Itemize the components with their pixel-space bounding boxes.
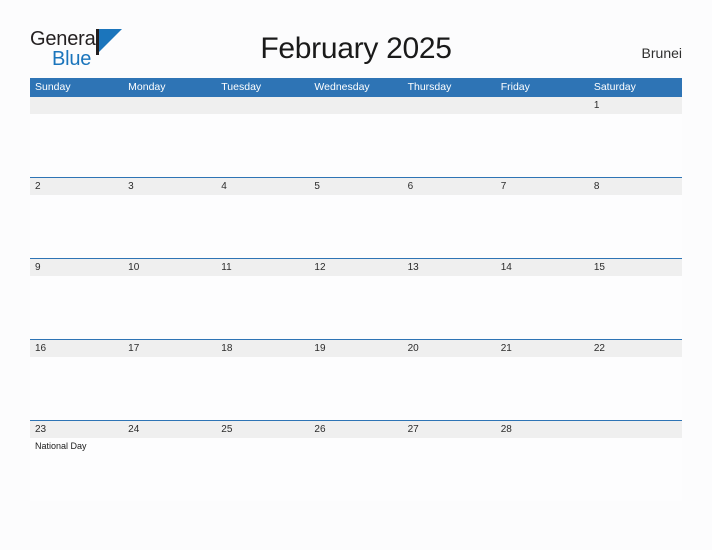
week-date-band: 9 10 11 12 13 14 15 <box>30 259 682 276</box>
day-number[interactable] <box>589 421 682 438</box>
day-number[interactable]: 23 <box>30 421 123 438</box>
day-of-week-header: Sunday Monday Tuesday Wednesday Thursday… <box>30 78 682 96</box>
day-number[interactable]: 20 <box>403 340 496 357</box>
page-title: February 2025 <box>260 32 452 65</box>
day-cell[interactable] <box>30 195 123 258</box>
calendar-page: General Blue February 2025 Brunei Sunday… <box>0 0 712 550</box>
calendar-week-row: 9 10 11 12 13 14 15 <box>30 258 682 339</box>
day-cell[interactable] <box>30 357 123 420</box>
day-number[interactable]: 25 <box>216 421 309 438</box>
day-of-week-sunday: Sunday <box>35 81 71 93</box>
day-cell[interactable] <box>30 276 123 339</box>
day-of-week-wednesday: Wednesday <box>314 81 370 93</box>
day-cell[interactable] <box>589 114 682 177</box>
week-date-band: 23 24 25 26 27 28 <box>30 421 682 438</box>
day-number[interactable]: 1 <box>589 97 682 114</box>
day-cell[interactable] <box>496 195 589 258</box>
week-event-band <box>30 114 682 177</box>
day-number[interactable]: 4 <box>216 178 309 195</box>
day-cell[interactable] <box>496 276 589 339</box>
day-number[interactable]: 24 <box>123 421 216 438</box>
day-number[interactable]: 14 <box>496 259 589 276</box>
day-number[interactable]: 5 <box>309 178 402 195</box>
week-date-band: 1 <box>30 97 682 114</box>
day-number[interactable]: 11 <box>216 259 309 276</box>
week-event-band <box>30 357 682 420</box>
day-number[interactable]: 16 <box>30 340 123 357</box>
day-number[interactable]: 28 <box>496 421 589 438</box>
day-cell[interactable] <box>216 357 309 420</box>
page-header: General Blue February 2025 Brunei <box>0 0 712 78</box>
day-of-week-monday: Monday <box>128 81 166 93</box>
week-event-band: National Day <box>30 438 682 501</box>
day-cell[interactable] <box>589 438 682 501</box>
day-number[interactable]: 19 <box>309 340 402 357</box>
day-number[interactable]: 27 <box>403 421 496 438</box>
day-cell[interactable] <box>496 438 589 501</box>
day-cell[interactable] <box>123 357 216 420</box>
day-cell[interactable] <box>216 438 309 501</box>
calendar-week-row: 2 3 4 5 6 7 8 <box>30 177 682 258</box>
day-cell[interactable] <box>309 114 402 177</box>
day-number[interactable] <box>403 97 496 114</box>
day-of-week-tuesday: Tuesday <box>221 81 262 93</box>
day-cell[interactable] <box>30 114 123 177</box>
day-cell[interactable] <box>589 357 682 420</box>
day-number[interactable]: 26 <box>309 421 402 438</box>
day-number[interactable]: 9 <box>30 259 123 276</box>
day-of-week-thursday: Thursday <box>407 81 452 93</box>
day-cell[interactable] <box>123 438 216 501</box>
day-cell[interactable]: National Day <box>30 438 123 501</box>
day-number[interactable]: 22 <box>589 340 682 357</box>
day-cell[interactable] <box>123 114 216 177</box>
day-of-week-saturday: Saturday <box>593 81 636 93</box>
day-number[interactable]: 13 <box>403 259 496 276</box>
day-cell[interactable] <box>589 276 682 339</box>
day-cell[interactable] <box>403 357 496 420</box>
day-number[interactable] <box>309 97 402 114</box>
day-number[interactable]: 8 <box>589 178 682 195</box>
calendar-grid: Sunday Monday Tuesday Wednesday Thursday… <box>30 78 682 501</box>
calendar-week-row: 23 24 25 26 27 28 National Day <box>30 420 682 501</box>
week-event-band <box>30 195 682 258</box>
day-cell[interactable] <box>216 114 309 177</box>
day-cell[interactable] <box>496 114 589 177</box>
day-cell[interactable] <box>403 276 496 339</box>
day-cell[interactable] <box>403 195 496 258</box>
day-number[interactable]: 21 <box>496 340 589 357</box>
day-number[interactable] <box>123 97 216 114</box>
day-number[interactable]: 15 <box>589 259 682 276</box>
day-cell[interactable] <box>403 114 496 177</box>
day-number[interactable]: 18 <box>216 340 309 357</box>
day-number[interactable]: 3 <box>123 178 216 195</box>
day-cell[interactable] <box>123 276 216 339</box>
week-date-band: 16 17 18 19 20 21 22 <box>30 340 682 357</box>
event-label: National Day <box>35 441 87 451</box>
calendar-week-row: 16 17 18 19 20 21 22 <box>30 339 682 420</box>
day-cell[interactable] <box>309 357 402 420</box>
day-number[interactable]: 6 <box>403 178 496 195</box>
day-cell[interactable] <box>496 357 589 420</box>
week-date-band: 2 3 4 5 6 7 8 <box>30 178 682 195</box>
country-label: Brunei <box>641 45 682 61</box>
week-event-band <box>30 276 682 339</box>
day-of-week-friday: Friday <box>500 81 530 93</box>
day-cell[interactable] <box>309 276 402 339</box>
day-cell[interactable] <box>309 195 402 258</box>
day-cell[interactable] <box>403 438 496 501</box>
day-cell[interactable] <box>123 195 216 258</box>
day-number[interactable]: 17 <box>123 340 216 357</box>
day-number[interactable] <box>30 97 123 114</box>
day-cell[interactable] <box>216 195 309 258</box>
day-number[interactable] <box>496 97 589 114</box>
day-cell[interactable] <box>589 195 682 258</box>
day-number[interactable]: 2 <box>30 178 123 195</box>
day-cell[interactable] <box>216 276 309 339</box>
day-number[interactable]: 12 <box>309 259 402 276</box>
day-number[interactable]: 10 <box>123 259 216 276</box>
day-cell[interactable] <box>309 438 402 501</box>
day-number[interactable]: 7 <box>496 178 589 195</box>
calendar-week-row: 1 <box>30 96 682 177</box>
day-number[interactable] <box>216 97 309 114</box>
